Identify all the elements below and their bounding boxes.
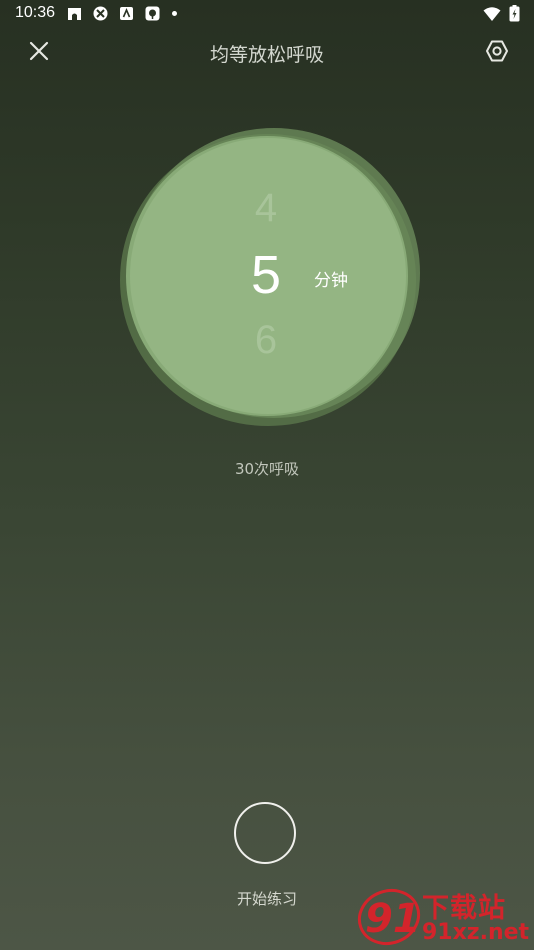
- app-icon-1: [68, 8, 81, 20]
- svg-text:91: 91: [365, 896, 421, 942]
- top-bar: 均等放松呼吸: [0, 28, 534, 76]
- status-bar: 10:36: [0, 0, 534, 28]
- picker-next-value[interactable]: 6: [236, 318, 296, 363]
- duration-picker[interactable]: 4 5 6 分钟: [118, 126, 418, 426]
- picker-unit-label: 分钟: [314, 271, 348, 291]
- app-icon-2: [93, 6, 108, 21]
- settings-icon[interactable]: [484, 38, 510, 64]
- breathing-circle: 4 5 6 分钟: [118, 126, 420, 426]
- wifi-icon: [483, 6, 501, 21]
- watermark-bottom-text: 91xz.net: [422, 920, 530, 945]
- picker-prev-value[interactable]: 4: [236, 186, 296, 231]
- status-icons-left: [66, 5, 177, 22]
- app-icon-3: [120, 7, 133, 20]
- picker-current-value[interactable]: 5: [236, 244, 296, 306]
- breath-count: 30次呼吸: [234, 460, 300, 478]
- app-icon-4: [145, 6, 160, 21]
- watermark-logo: 91: [357, 889, 421, 945]
- battery-icon: [509, 5, 520, 22]
- watermark: 91 下载站 91xz.net: [356, 880, 532, 950]
- status-time: 10:36: [15, 4, 56, 21]
- notification-dot: [172, 11, 177, 16]
- page-title: 均等放松呼吸: [209, 44, 324, 66]
- start-button[interactable]: [234, 802, 296, 864]
- status-icons-right: [483, 5, 520, 22]
